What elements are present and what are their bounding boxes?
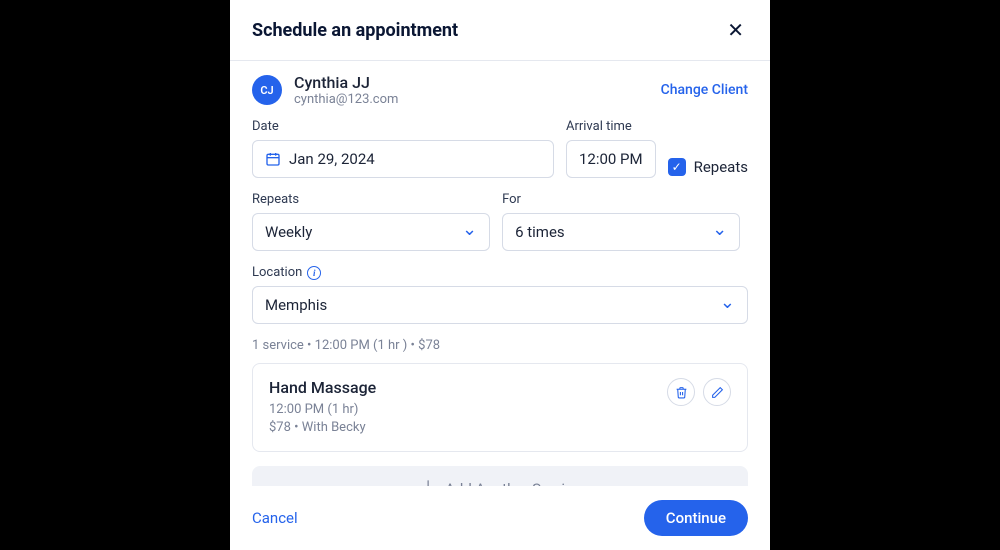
service-title: Hand Massage [269,378,376,397]
client-row: CJ Cynthia JJ cynthia@123.com Change Cli… [252,73,748,119]
avatar: CJ [252,75,282,105]
client-email: cynthia@123.com [294,92,398,107]
services-summary: 1 service • 12:00 PM (1 hr ) • $78 [252,338,748,353]
info-icon[interactable]: i [307,266,321,280]
repeats-checkbox-label: Repeats [694,158,748,176]
repeats-checkbox-field: ✓ Repeats [668,119,748,178]
pencil-icon [711,386,724,399]
location-select[interactable]: Memphis ⌄ [252,286,748,324]
chevron-down-icon: ⌄ [712,221,727,239]
arrival-time-field: Arrival time 12:00 PM [566,119,656,178]
location-label: Location [252,265,302,280]
date-field: Date Jan 29, 2024 [252,119,554,178]
repeats-value: Weekly [265,223,454,241]
for-field: For 6 times ⌄ [502,192,740,251]
repeats-checkbox[interactable]: ✓ [668,158,686,176]
continue-button[interactable]: Continue [644,500,748,536]
date-value: Jan 29, 2024 [289,150,541,168]
schedule-appointment-modal: Schedule an appointment ✕ CJ Cynthia JJ … [230,0,770,550]
modal-body: CJ Cynthia JJ cynthia@123.com Change Cli… [230,61,770,486]
arrival-time-value: 12:00 PM [579,150,643,168]
modal-title: Schedule an appointment [252,20,458,41]
location-value: Memphis [265,296,712,314]
service-time-duration: 12:00 PM (1 hr) [269,401,376,419]
location-field: Location i Memphis ⌄ [252,265,748,324]
service-actions [667,378,731,406]
date-time-row: Date Jan 29, 2024 Arrival time 12:00 PM … [252,119,748,178]
date-label: Date [252,119,554,134]
client-info: CJ Cynthia JJ cynthia@123.com [252,73,398,107]
repeats-label: Repeats [252,192,490,207]
check-icon: ✓ [672,160,682,174]
calendar-icon [265,151,281,167]
edit-service-button[interactable] [703,378,731,406]
modal-footer: Cancel Continue [230,486,770,550]
repeats-frequency-field: Repeats Weekly ⌄ [252,192,490,251]
close-icon: ✕ [727,18,744,42]
date-input[interactable]: Jan 29, 2024 [252,140,554,178]
cancel-button[interactable]: Cancel [252,509,298,527]
client-name: Cynthia JJ [294,73,398,92]
repeats-select[interactable]: Weekly ⌄ [252,213,490,251]
for-value: 6 times [515,223,704,241]
delete-service-button[interactable] [667,378,695,406]
close-button[interactable]: ✕ [723,16,748,44]
service-price-staff: $78 • With Becky [269,419,376,437]
arrival-time-label: Arrival time [566,119,656,134]
modal-header: Schedule an appointment ✕ [230,0,770,61]
trash-icon [675,386,688,399]
service-card: Hand Massage 12:00 PM (1 hr) $78 • With … [252,363,748,452]
chevron-down-icon: ⌄ [720,294,735,312]
for-label: For [502,192,740,207]
chevron-down-icon: ⌄ [462,221,477,239]
arrival-time-input[interactable]: 12:00 PM [566,140,656,178]
repeats-row: Repeats Weekly ⌄ For 6 times ⌄ [252,192,748,251]
add-another-service-button[interactable]: ＋ Add Another Service [252,466,748,486]
for-select[interactable]: 6 times ⌄ [502,213,740,251]
change-client-button[interactable]: Change Client [661,82,748,98]
